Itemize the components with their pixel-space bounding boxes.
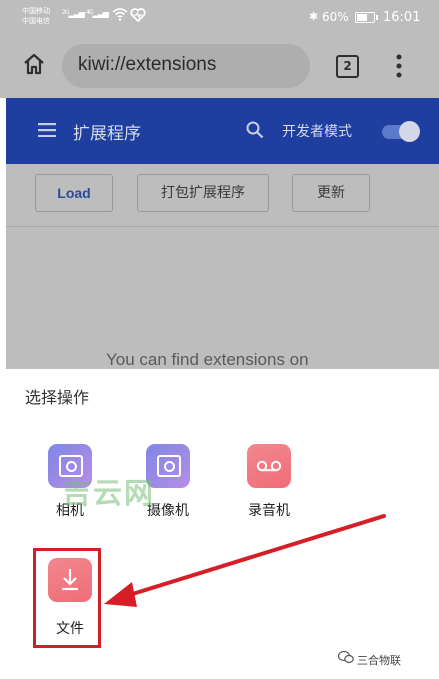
divider <box>6 226 439 227</box>
home-icon[interactable] <box>22 52 46 76</box>
signal-1-icon: 2G▂▃▅ <box>62 9 85 18</box>
signal-1-label: 2G <box>62 9 70 16</box>
bluetooth-icon: ✱ <box>309 10 319 23</box>
signal-2-icon: 4G▂▃▅ <box>86 9 109 18</box>
carrier-2: 中国电信 <box>22 17 50 25</box>
extensions-content: Load 打包扩展程序 更新 You can find extensions o… <box>6 164 439 369</box>
carrier-1: 中国移动 <box>22 7 50 15</box>
annotation-arrow-icon <box>104 514 386 607</box>
watermark: 吉云网 <box>62 476 156 510</box>
load-button[interactable]: Load <box>35 174 113 212</box>
choose-action-sheet: 选择操作 相机 摄像机 录音机 文件 吉云网 三合物联 <box>0 369 439 679</box>
url-text: kiwi://extensions <box>78 54 217 75</box>
signal-2-label: 4G <box>86 9 94 16</box>
heart-icon <box>130 8 146 22</box>
developer-mode-label: 开发者模式 <box>282 124 352 140</box>
update-button[interactable]: 更新 <box>292 174 370 212</box>
developer-mode-toggle-knob[interactable] <box>399 121 420 142</box>
search-icon[interactable] <box>246 121 264 139</box>
status-bar: 中国移动 中国电信 2G▂▃▅ 4G▂▃▅ ✱ 60% 16:01 <box>0 0 439 36</box>
clock: 16:01 <box>383 10 421 25</box>
tab-switcher-button[interactable]: 2 <box>336 55 359 78</box>
page-title: 扩展程序 <box>73 124 141 144</box>
address-bar: kiwi://extensions 2 <box>0 36 439 98</box>
wechat-icon <box>338 650 354 664</box>
battery-percent: 60% <box>322 10 349 24</box>
extensions-header: 扩展程序 开发者模式 <box>6 98 439 164</box>
battery-icon <box>355 12 378 23</box>
hamburger-menu-icon[interactable] <box>38 123 56 137</box>
extensions-hint-text: You can find extensions on <box>106 350 309 369</box>
brand-label: 三合物联 <box>357 654 401 667</box>
wifi-icon <box>112 8 128 21</box>
pack-extension-button[interactable]: 打包扩展程序 <box>137 174 269 212</box>
url-field[interactable]: kiwi://extensions <box>62 44 310 88</box>
carrier-names: 中国移动 中国电信 <box>22 6 50 26</box>
more-menu-icon[interactable] <box>394 53 404 79</box>
